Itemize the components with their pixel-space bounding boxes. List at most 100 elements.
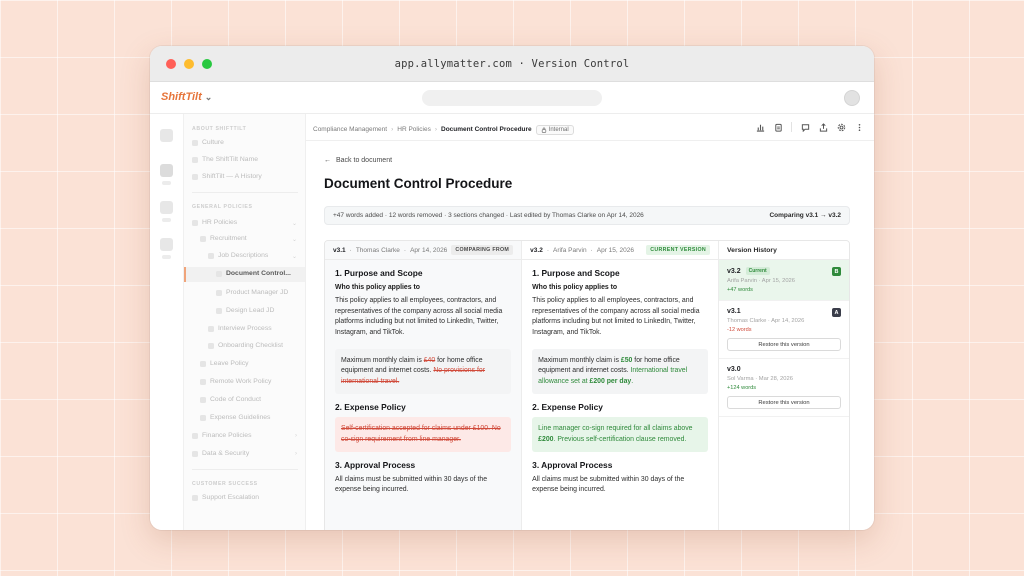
version-meta: Arifa Parvin · Apr 15, 2026 (727, 278, 795, 284)
share-icon[interactable] (818, 122, 828, 132)
sidebar-item-label: Product Manager JD (226, 289, 289, 296)
comment-icon[interactable] (800, 122, 810, 132)
sidebar-item-support[interactable]: Support Escalation (192, 494, 259, 501)
version-meta: Sol Varma · Mar 28, 2026 (727, 376, 793, 382)
search-input[interactable] (422, 90, 602, 106)
chevron-down-icon: ⌄ (204, 91, 213, 102)
column-header-new: v3.2 · Arifa Parvin · Apr 15, 2026 CURRE… (522, 241, 718, 260)
column-body-old: 1. Purpose and Scope Who this policy app… (325, 260, 521, 496)
visibility-badge[interactable]: Internal (535, 124, 574, 135)
sidebar: ABOUT SHIFTTILT Culture The ShiftTilt Na… (184, 114, 306, 530)
document-icon (200, 414, 206, 421)
chevron-down-icon[interactable]: ⌄ (292, 236, 297, 243)
change-summary: +47 words added · 12 words removed · 3 s… (324, 206, 850, 225)
sidebar-item-leave[interactable]: Leave Policy (200, 360, 249, 367)
sidebar-section-about: ABOUT SHIFTTILT (192, 126, 247, 132)
document-icon (216, 270, 222, 277)
section-heading: 3. Approval Process (335, 460, 416, 471)
clipboard-icon[interactable] (773, 122, 783, 132)
changed-paragraph: Maximum monthly claim is £40 for home of… (335, 348, 512, 395)
more-icon[interactable] (854, 122, 864, 132)
version-history-panel: Version History v3.2 Current B Arifa Par… (719, 241, 849, 530)
sidebar-item-expense[interactable]: Expense Guidelines (200, 414, 270, 421)
folder-icon (200, 235, 206, 242)
window-controls (166, 59, 212, 69)
back-link[interactable]: ← Back to document (324, 157, 392, 164)
rail-docs-icon[interactable] (160, 164, 173, 177)
rail-home-icon[interactable] (160, 129, 173, 142)
deleted-text: Self-certification accepted for claims u… (341, 424, 501, 443)
version-entry[interactable]: v3.1 A Thomas Clarke · Apr 14, 2026 -12 … (719, 301, 849, 359)
inserted-text: . Previous self-certification clause rem… (553, 435, 687, 443)
divider (192, 469, 298, 470)
sidebar-item-design-jd[interactable]: Design Lead JD (216, 307, 274, 314)
breadcrumb-compliance[interactable]: Compliance Management (313, 126, 387, 133)
chevron-down-icon[interactable]: ⌄ (292, 253, 297, 260)
sidebar-item-label: Finance Policies (202, 432, 252, 439)
app-header: ShiftTilt ⌄ (150, 82, 874, 114)
chevron-down-icon[interactable]: ⌄ (292, 220, 297, 227)
header-divider (306, 140, 874, 141)
sidebar-item-label: Data & Security (202, 450, 250, 457)
section-heading: 2. Expense Policy (532, 402, 603, 413)
sidebar-item-remote[interactable]: Remote Work Policy (200, 378, 271, 385)
section-heading: 2. Expense Policy (335, 402, 406, 413)
sidebar-section-customer: CUSTOMER SUCCESS (192, 481, 258, 487)
sidebar-item-history[interactable]: ShiftTilt — A History (192, 173, 262, 180)
version-label: v3.0 (727, 366, 741, 373)
restore-version-button[interactable]: Restore this version (727, 338, 841, 351)
sidebar-item-culture[interactable]: Culture (192, 139, 224, 146)
sidebar-item-job-descriptions[interactable]: Job Descriptions (208, 252, 268, 259)
close-window-button[interactable] (166, 59, 176, 69)
lock-icon (541, 127, 546, 133)
sidebar-item-label: Design Lead JD (226, 307, 275, 314)
removed-paragraph: Self-certification accepted for claims u… (335, 416, 512, 453)
restore-version-button[interactable]: Restore this version (727, 396, 841, 409)
sidebar-item-recruitment[interactable]: Recruitment (200, 235, 247, 242)
version-number: v3.2 Current (727, 267, 841, 275)
rail-settings-icon[interactable] (160, 238, 173, 251)
sidebar-item-label: Interview Process (218, 325, 272, 332)
browser-window: app.allymatter.com · Version Control Shi… (150, 46, 874, 530)
brand-logo: ShiftTilt (161, 91, 202, 103)
page-icon (192, 494, 198, 501)
separator: · (403, 246, 407, 254)
diff-column-new: v3.2 · Arifa Parvin · Apr 15, 2026 CURRE… (522, 241, 719, 530)
sidebar-item-onboarding[interactable]: Onboarding Checklist (208, 342, 283, 349)
version-label: v3.1 (727, 308, 741, 315)
visibility-label: Internal (548, 126, 569, 133)
document-icon (200, 360, 206, 367)
toolbar-divider (791, 122, 792, 132)
version-entry[interactable]: v3.2 Current B Arifa Parvin · Apr 15, 20… (719, 260, 849, 301)
rail-people-icon[interactable] (160, 201, 173, 214)
breadcrumb-hr-policies[interactable]: HR Policies (397, 126, 431, 133)
version-date: Apr 15, 2026 (596, 246, 634, 254)
sidebar-item-label: Document Control... (226, 270, 291, 277)
sidebar-item-document-control[interactable]: Document Control... (216, 270, 291, 277)
toolbar (755, 122, 864, 132)
avatar[interactable] (844, 90, 860, 106)
sidebar-item-label: Support Escalation (202, 494, 260, 501)
minimize-window-button[interactable] (184, 59, 194, 69)
maximize-window-button[interactable] (202, 59, 212, 69)
version-date: Apr 14, 2026 (410, 246, 448, 254)
sidebar-item-conduct[interactable]: Code of Conduct (200, 396, 261, 403)
settings-icon[interactable] (836, 122, 846, 132)
chevron-right-icon[interactable]: › (295, 451, 297, 457)
workspace-switcher[interactable]: ShiftTilt ⌄ (161, 91, 212, 103)
sidebar-item-interview[interactable]: Interview Process (208, 325, 272, 332)
comparing-label: Comparing v3.1 → v3.2 (769, 212, 841, 219)
sidebar-item-pm-jd[interactable]: Product Manager JD (216, 289, 288, 296)
chevron-right-icon[interactable]: › (295, 433, 297, 439)
inserted-text: . (631, 377, 634, 385)
version-meta: Thomas Clarke · Apr 14, 2026 (727, 318, 805, 324)
sidebar-item-hr-policies[interactable]: HR Policies (192, 219, 237, 226)
breadcrumb: Compliance Management › HR Policies › Do… (313, 122, 574, 137)
sidebar-item-name[interactable]: The ShiftTilt Name (192, 156, 258, 163)
arrow-left-icon: ← (324, 157, 331, 164)
sidebar-item-data-security[interactable]: Data & Security (192, 450, 249, 457)
chart-icon[interactable] (755, 122, 765, 132)
version-entry[interactable]: v3.0 Sol Varma · Mar 28, 2026 +124 words… (719, 359, 849, 417)
document-icon (200, 378, 206, 385)
sidebar-item-finance[interactable]: Finance Policies (192, 432, 252, 439)
